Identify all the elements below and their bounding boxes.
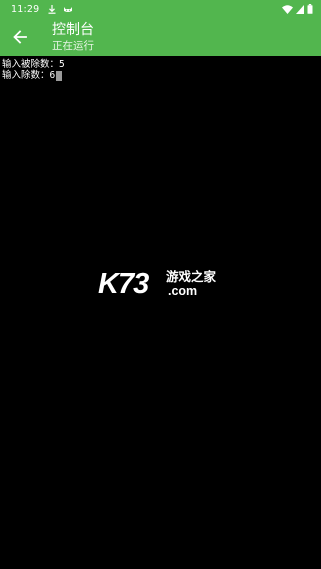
title-block: 控制台 正在运行 [52, 21, 94, 53]
console-value: 5 [59, 59, 65, 70]
wifi-icon [282, 4, 293, 14]
battery-icon [307, 4, 313, 14]
console-output[interactable]: 输入被除数： 5 输入除数： 6 [0, 56, 321, 569]
status-system-icons [282, 4, 313, 14]
console-prompt: 输入被除数： [2, 59, 60, 70]
text-cursor [56, 70, 63, 81]
signal-icon [296, 4, 304, 14]
page-subtitle: 正在运行 [52, 40, 94, 52]
arrow-left-icon [13, 30, 27, 44]
page-title: 控制台 [52, 22, 94, 38]
app-toolbar: 控制台 正在运行 [0, 18, 321, 56]
status-time: 11:29 [11, 3, 40, 15]
download-icon [48, 4, 56, 14]
status-bar: 11:29 [0, 0, 321, 18]
back-button[interactable] [6, 23, 34, 51]
console-line: 输入除数： 6 [2, 70, 321, 81]
cat-icon [64, 6, 73, 12]
status-notification-icons [48, 4, 73, 14]
console-value: 6 [49, 70, 56, 81]
phone-screen: 11:29 控制台 正在运行 输入被除数： 5 输入除数： 6 K73 游戏之家… [0, 0, 321, 569]
console-line: 输入被除数： 5 [2, 59, 321, 70]
console-prompt: 输入除数： [2, 70, 50, 81]
